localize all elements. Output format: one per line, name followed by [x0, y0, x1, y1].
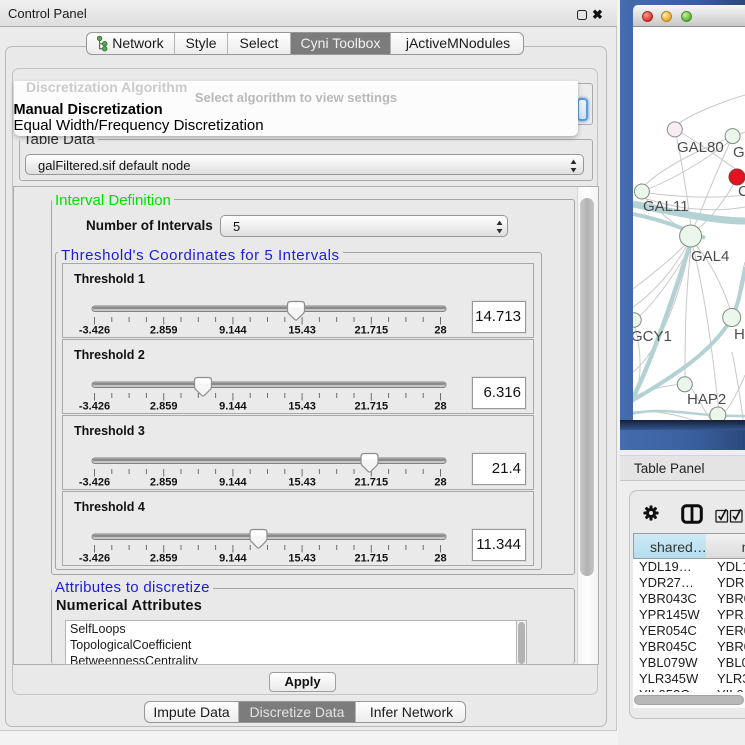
svg-text:H: H — [734, 326, 745, 343]
svg-text:15.43: 15.43 — [288, 401, 316, 413]
svg-text:GCY1: GCY1 — [633, 328, 672, 345]
svg-text:2.859: 2.859 — [150, 401, 178, 413]
svg-text:GA: GA — [733, 144, 745, 161]
svg-text:21.715: 21.715 — [354, 401, 388, 413]
svg-text:15.43: 15.43 — [288, 325, 316, 337]
svg-text:C: C — [738, 183, 745, 200]
svg-text:2.859: 2.859 — [150, 553, 178, 565]
svg-text:‑3.426: ‑3.426 — [79, 477, 110, 489]
svg-text:28: 28 — [434, 553, 446, 565]
svg-text:28: 28 — [434, 401, 446, 413]
svg-text:9.144: 9.144 — [219, 477, 247, 489]
svg-text:21.715: 21.715 — [354, 553, 388, 565]
svg-text:9.144: 9.144 — [219, 553, 247, 565]
svg-text:GAL4: GAL4 — [691, 248, 729, 265]
svg-text:‑3.426: ‑3.426 — [79, 401, 110, 413]
svg-text:GAL80: GAL80 — [677, 139, 724, 156]
svg-text:15.43: 15.43 — [288, 477, 316, 489]
svg-text:‑3.426: ‑3.426 — [79, 553, 110, 565]
svg-text:28: 28 — [434, 477, 446, 489]
svg-text:‑3.426: ‑3.426 — [79, 325, 110, 337]
svg-text:GAL11: GAL11 — [643, 198, 689, 215]
svg-text:15.43: 15.43 — [288, 553, 316, 565]
svg-text:2.859: 2.859 — [150, 325, 178, 337]
svg-text:21.715: 21.715 — [354, 325, 388, 337]
svg-text:HAP2: HAP2 — [687, 391, 726, 408]
svg-text:9.144: 9.144 — [219, 401, 247, 413]
svg-text:2.859: 2.859 — [150, 477, 178, 489]
svg-text:21.715: 21.715 — [354, 477, 388, 489]
svg-text:9.144: 9.144 — [219, 325, 247, 337]
svg-text:28: 28 — [434, 325, 446, 337]
